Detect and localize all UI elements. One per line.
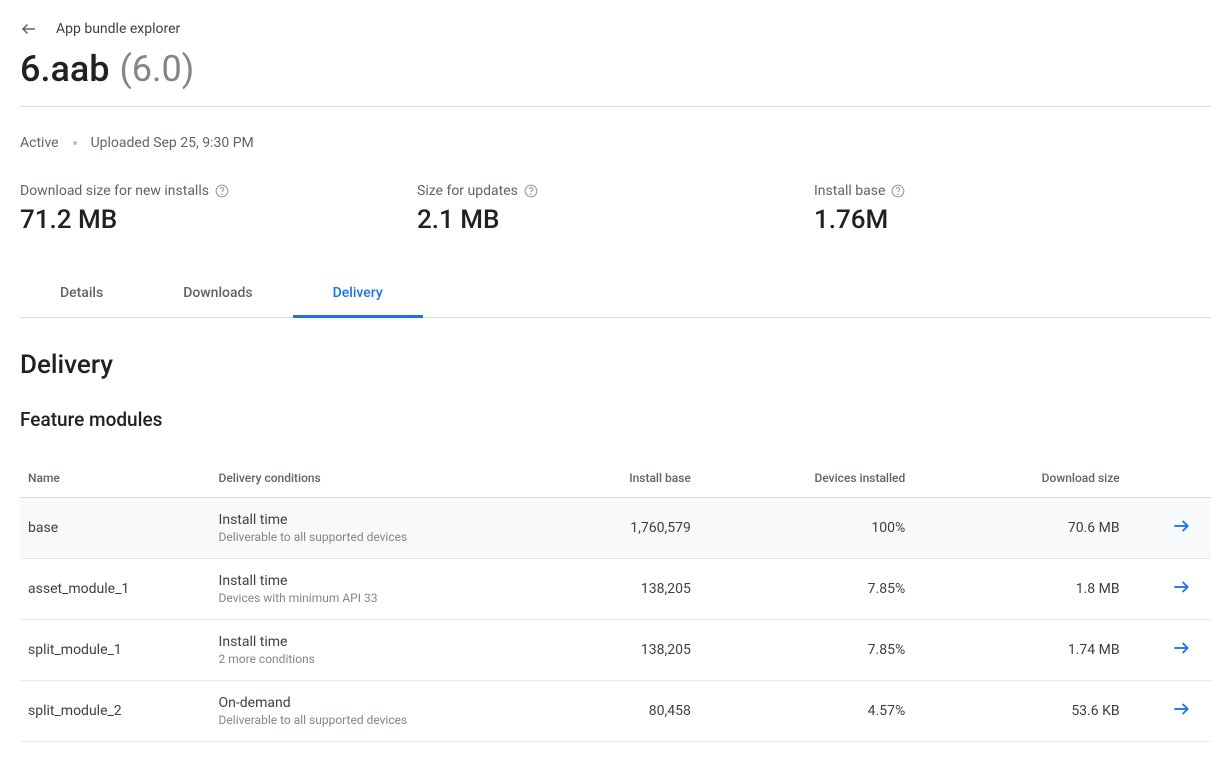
col-conditions: Delivery conditions [211, 459, 521, 498]
cell-install-base: 80,458 [520, 681, 699, 742]
table-row[interactable]: split_module_2On-demandDeliverable to al… [20, 681, 1211, 742]
metric-download-size-value: 71.2 MB [20, 205, 417, 235]
metric-install-base-label: Install base [814, 183, 885, 199]
metric-download-size-label: Download size for new installs [20, 183, 209, 199]
arrow-right-icon[interactable] [1171, 638, 1191, 658]
col-install-base: Install base [520, 459, 699, 498]
breadcrumb-label[interactable]: App bundle explorer [56, 21, 180, 37]
subsection-title: Feature modules [20, 408, 1211, 431]
cell-name: split_module_2 [20, 681, 211, 742]
status-uploaded: Uploaded Sep 25, 9:30 PM [91, 135, 254, 151]
cell-name: base [20, 498, 211, 559]
metric-update-size-label: Size for updates [417, 183, 518, 199]
cell-conditions: Install time2 more conditions [211, 620, 521, 681]
arrow-right-icon[interactable] [1171, 516, 1191, 536]
cell-download-size: 53.6 KB [913, 681, 1127, 742]
tabs: Details Downloads Delivery [20, 271, 1211, 318]
cell-conditions: Install timeDevices with minimum API 33 [211, 559, 521, 620]
help-icon[interactable] [891, 184, 905, 198]
feature-modules-table: Name Delivery conditions Install base De… [20, 459, 1211, 742]
cell-devices: 7.85% [699, 620, 913, 681]
bundle-name: 6.aab [20, 48, 110, 90]
table-row[interactable]: asset_module_1Install timeDevices with m… [20, 559, 1211, 620]
bundle-version: (6.0) [119, 48, 194, 90]
metric-update-size: Size for updates 2.1 MB [417, 183, 814, 235]
metric-install-base-value: 1.76M [814, 205, 1211, 235]
tab-downloads[interactable]: Downloads [143, 271, 292, 317]
table-row[interactable]: split_module_1Install time2 more conditi… [20, 620, 1211, 681]
cell-install-base: 138,205 [520, 620, 699, 681]
col-devices: Devices installed [699, 459, 913, 498]
metric-download-size: Download size for new installs 71.2 MB [20, 183, 417, 235]
tab-details[interactable]: Details [20, 271, 143, 317]
col-download-size: Download size [913, 459, 1127, 498]
cell-install-base: 1,760,579 [520, 498, 699, 559]
cell-devices: 100% [699, 498, 913, 559]
arrow-right-icon[interactable] [1171, 577, 1191, 597]
status-active: Active [20, 135, 59, 151]
cell-arrow [1128, 559, 1211, 620]
help-icon[interactable] [215, 184, 229, 198]
help-icon[interactable] [524, 184, 538, 198]
metric-install-base: Install base 1.76M [814, 183, 1211, 235]
arrow-right-icon[interactable] [1171, 699, 1191, 719]
tab-delivery[interactable]: Delivery [293, 271, 423, 318]
cell-download-size: 70.6 MB [913, 498, 1127, 559]
cell-install-base: 138,205 [520, 559, 699, 620]
cell-download-size: 1.74 MB [913, 620, 1127, 681]
metric-update-size-value: 2.1 MB [417, 205, 814, 235]
cell-conditions: On-demandDeliverable to all supported de… [211, 681, 521, 742]
section-title: Delivery [20, 350, 1211, 380]
cell-devices: 7.85% [699, 559, 913, 620]
col-name: Name [20, 459, 211, 498]
status-separator-dot [73, 141, 77, 145]
cell-arrow [1128, 681, 1211, 742]
cell-name: split_module_1 [20, 620, 211, 681]
cell-conditions: Install timeDeliverable to all supported… [211, 498, 521, 559]
cell-arrow [1128, 620, 1211, 681]
cell-arrow [1128, 498, 1211, 559]
back-arrow-icon[interactable] [20, 20, 38, 38]
cell-download-size: 1.8 MB [913, 559, 1127, 620]
table-row[interactable]: baseInstall timeDeliverable to all suppo… [20, 498, 1211, 559]
cell-name: asset_module_1 [20, 559, 211, 620]
cell-devices: 4.57% [699, 681, 913, 742]
